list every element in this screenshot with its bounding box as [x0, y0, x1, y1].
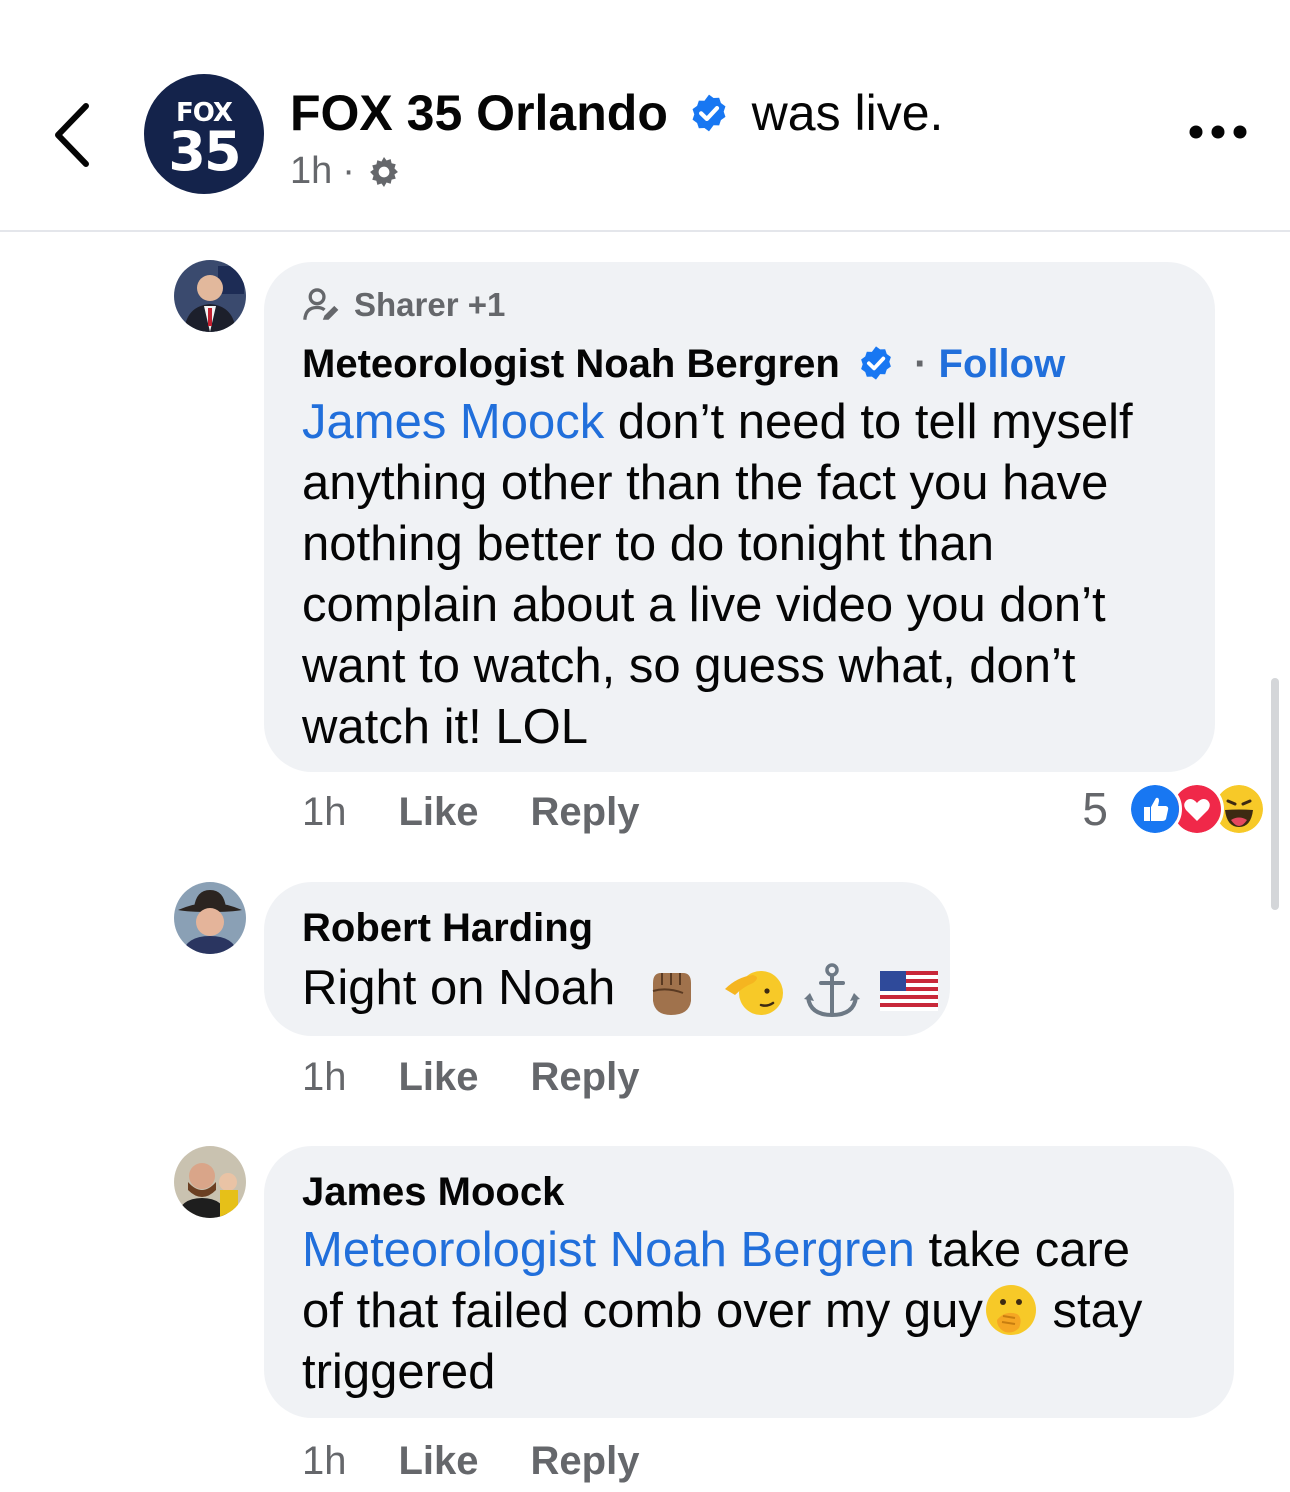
like-button[interactable]: Like	[399, 1055, 479, 1100]
comment-line: nothing better to do tonight than	[302, 517, 994, 571]
comment-time[interactable]: 1h	[302, 790, 347, 835]
avatar-logo-number: 35	[168, 120, 241, 183]
page-avatar[interactable]: FOX 35	[144, 74, 264, 194]
comment-time[interactable]: 1h	[302, 1439, 347, 1484]
post-header: FOX 35 FOX 35 Orlando was live. 1h ·	[0, 0, 1290, 232]
reply-button[interactable]: Reply	[531, 1055, 640, 1100]
sharer-label: Sharer +1	[354, 286, 506, 323]
mention-link[interactable]: James Moock	[302, 395, 604, 449]
comment-line-text: take care	[914, 1223, 1131, 1277]
follow-separator: ·	[914, 342, 928, 386]
comment-author-line: Meteorologist Noah Bergren · Follow	[302, 342, 1065, 387]
sharer-person-icon	[303, 288, 339, 320]
comment-author-name[interactable]: Meteorologist Noah Bergren	[302, 342, 840, 386]
raised-fist-icon	[652, 973, 691, 1016]
post-author-line: FOX 35 Orlando was live.	[290, 84, 943, 142]
comment-line-text: Right on Noah	[302, 961, 616, 1015]
page-name-link[interactable]: FOX 35 Orlando	[290, 85, 668, 141]
comment-actions: 1h Like Reply	[302, 790, 639, 835]
post-time[interactable]: 1h	[290, 150, 332, 193]
comment-line: of that failed comb over my guy stay	[302, 1281, 1222, 1342]
comment-line: complain about a live video you don’t	[302, 578, 1106, 632]
comment-line-text: of that failed comb over my guy	[302, 1284, 983, 1338]
comment-line: anything other than the fact you have	[302, 456, 1109, 510]
meta-separator: ·	[342, 150, 355, 192]
comment-line: triggered	[302, 1345, 496, 1399]
post-status-text: was live.	[751, 85, 944, 141]
gear-icon	[370, 156, 398, 187]
comment-line-text: don’t need to tell myself	[604, 395, 1133, 449]
verified-badge-icon	[692, 94, 726, 132]
anchor-icon	[804, 963, 861, 1018]
more-options-icon[interactable]	[1188, 120, 1248, 144]
comment-actions: 1h Like Reply	[302, 1055, 639, 1100]
follow-button[interactable]: Follow	[939, 342, 1066, 386]
mention-link[interactable]: Meteorologist Noah Bergren	[302, 1223, 915, 1277]
comment-bubble: Robert Harding Right on Noah	[264, 882, 950, 1036]
comment-actions: 1h Like Reply	[302, 1439, 639, 1484]
like-button[interactable]: Like	[399, 1439, 479, 1484]
comment-line: Meteorologist Noah Bergren take care	[302, 1220, 1222, 1281]
saluting-face-icon	[724, 971, 783, 1016]
reaction-summary[interactable]: 5	[1082, 782, 1266, 836]
us-flag-icon	[879, 971, 938, 1012]
comment-text: Right on Noah	[302, 958, 938, 1021]
like-button[interactable]: Like	[399, 790, 479, 835]
reply-button[interactable]: Reply	[531, 1439, 640, 1484]
commenter-avatar[interactable]	[174, 1146, 246, 1218]
comment-author-name[interactable]: James Moock	[302, 1170, 564, 1215]
back-chevron-icon[interactable]	[48, 100, 98, 170]
sharer-badge: Sharer +1	[302, 286, 505, 324]
reaction-count: 5	[1082, 783, 1108, 835]
comment-line: want to watch, so guess what, don’t	[302, 639, 1076, 693]
comment-author-name[interactable]: Robert Harding	[302, 906, 593, 951]
reply-button[interactable]: Reply	[531, 790, 640, 835]
comment-line: watch it! LOL	[302, 700, 588, 754]
like-icon	[1128, 782, 1182, 836]
commenter-avatar[interactable]	[174, 260, 246, 332]
comment-line: James Moock don’t need to tell myself	[302, 392, 1202, 453]
comment-text: Meteorologist Noah Bergren take care of …	[302, 1220, 1222, 1403]
comment-time[interactable]: 1h	[302, 1055, 347, 1100]
comment-line-text: stay	[1038, 1284, 1143, 1338]
post-meta: 1h ·	[290, 150, 403, 193]
face-with-hand-over-mouth-icon	[985, 1285, 1036, 1336]
comment-bubble: James Moock Meteorologist Noah Bergren t…	[264, 1146, 1234, 1418]
commenter-avatar[interactable]	[174, 882, 246, 954]
comment-text: James Moock don’t need to tell myself an…	[302, 392, 1202, 758]
scrollbar[interactable]	[1271, 678, 1279, 910]
comment-bubble: Sharer +1 Meteorologist Noah Bergren · F…	[264, 262, 1215, 772]
verified-badge-icon	[861, 346, 891, 381]
